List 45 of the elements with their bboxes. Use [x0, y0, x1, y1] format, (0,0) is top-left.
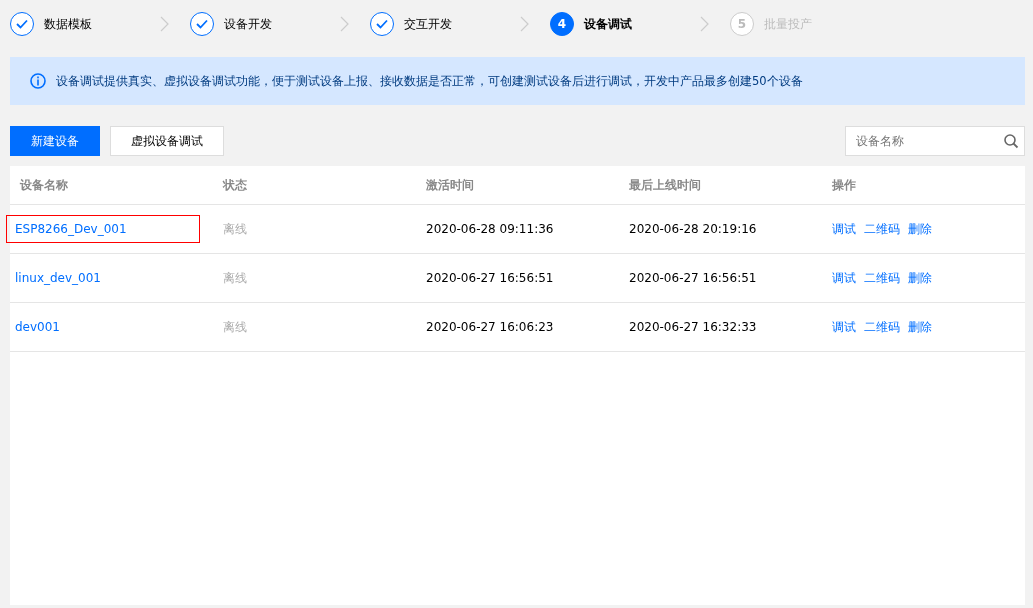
check-icon: [196, 19, 208, 29]
action-link[interactable]: 删除: [908, 220, 932, 238]
step-label: 设备调试: [584, 15, 633, 33]
check-icon: [16, 19, 28, 29]
device-name-link[interactable]: ESP8266_Dev_001: [15, 222, 127, 236]
info-text: 设备调试提供真实、虚拟设备调试功能，便于测试设备上报、接收数据是否正常，可创建测试设备后进行调试，开发中产品最多创建50个设备: [56, 73, 803, 89]
search-icon[interactable]: [1003, 133, 1019, 149]
column-header: 设备名称: [18, 176, 69, 194]
column-header: 状态: [221, 176, 248, 194]
chevron-right-icon: [340, 16, 350, 32]
table-cell-text: 2020-06-27 16:06:23: [425, 320, 555, 334]
action-link[interactable]: 调试: [832, 269, 856, 287]
table-cell-text: 2020-06-27 16:32:33: [628, 320, 758, 334]
column-header: 操作: [831, 176, 857, 194]
device-name-link[interactable]: dev001: [15, 320, 60, 334]
info-icon: [30, 73, 46, 89]
column-header: 激活时间: [425, 176, 475, 194]
check-icon: [376, 19, 388, 29]
status-text: 离线: [222, 220, 248, 238]
status-text: 离线: [222, 318, 248, 336]
action-link[interactable]: 调试: [832, 220, 856, 238]
table-cell-text: 2020-06-27 16:56:51: [425, 271, 555, 285]
action-link[interactable]: 删除: [908, 318, 932, 336]
status-text: 离线: [222, 269, 248, 287]
step-number: 4: [550, 12, 574, 36]
chevron-right-icon: [700, 16, 710, 32]
chevron-right-icon: [520, 16, 530, 32]
step-number: 5: [730, 12, 754, 36]
device-name-link[interactable]: linux_dev_001: [15, 271, 101, 285]
action-link[interactable]: 二维码: [864, 269, 900, 287]
action-link[interactable]: 调试: [832, 318, 856, 336]
search-field[interactable]: 设备名称: [845, 126, 1025, 156]
table-cell-text: 2020-06-27 16:56:51: [628, 271, 758, 285]
table-cell-text: 2020-06-28 20:19:16: [628, 222, 758, 236]
step-label: 设备开发: [224, 15, 273, 33]
action-link[interactable]: 二维码: [864, 318, 900, 336]
virtual-debug-button[interactable]: 虚拟设备调试: [110, 126, 224, 156]
chevron-right-icon: [160, 16, 170, 32]
action-link[interactable]: 删除: [908, 269, 932, 287]
new-device-button[interactable]: 新建设备: [10, 126, 100, 156]
step-label: 交互开发: [404, 15, 453, 33]
step-label: 数据模板: [44, 15, 93, 33]
column-header: 最后上线时间: [628, 176, 702, 194]
action-link[interactable]: 二维码: [864, 220, 900, 238]
table-cell-text: 2020-06-28 09:11:36: [425, 222, 555, 236]
